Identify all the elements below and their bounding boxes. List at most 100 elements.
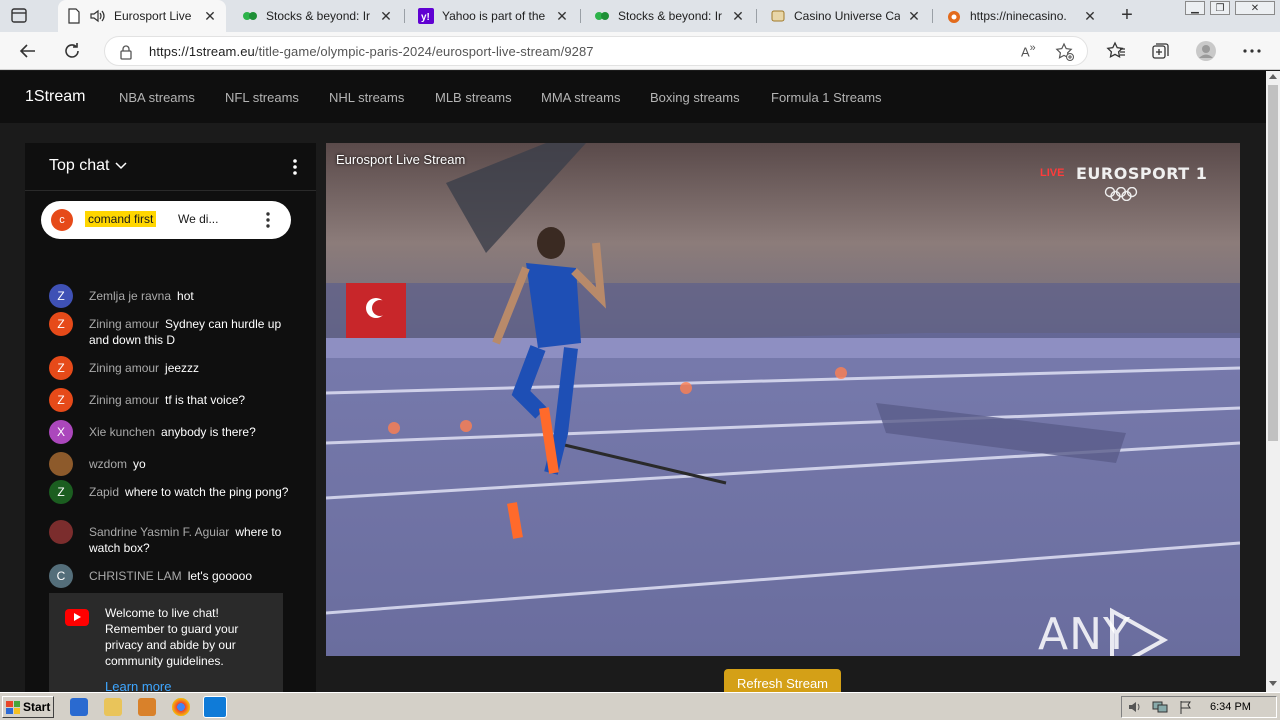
chat-message-content: CHRISTINE LAM let's gooooo — [89, 568, 289, 584]
scrollbar-thumb[interactable] — [1268, 85, 1278, 441]
close-tab-icon[interactable]: ✕ — [202, 8, 218, 24]
chat-message-content: Zining amour jeezzz — [89, 360, 289, 376]
video-frame — [326, 143, 1240, 656]
chat-author: Sandrine Yasmin F. Aguiar — [89, 525, 230, 539]
tab-casino-universe[interactable]: Casino Universe Ca ✕ — [762, 0, 930, 32]
start-label: Start — [23, 700, 51, 714]
site-logo[interactable]: 1Stream — [25, 88, 85, 106]
close-tab-icon[interactable]: ✕ — [378, 8, 394, 24]
tab-actions-icon[interactable] — [8, 6, 30, 26]
welcome-text: Welcome to live chat! Remember to guard … — [105, 606, 239, 668]
nav-nhl-streams[interactable]: NHL streams — [329, 90, 404, 105]
windows-taskbar: Start 6:34 PM — [0, 692, 1280, 720]
close-tab-icon[interactable]: ✕ — [730, 8, 746, 24]
live-chat-panel: Top chat c comand first We di... Z Zemlja… — [25, 143, 316, 692]
chat-more-icon[interactable] — [289, 157, 301, 177]
nav-nfl-streams[interactable]: NFL streams — [225, 90, 299, 105]
close-tab-icon[interactable]: ✕ — [906, 8, 922, 24]
refresh-page-button[interactable] — [60, 39, 84, 63]
clock: 6:34 PM — [1210, 701, 1251, 713]
nav-mlb-streams[interactable]: MLB streams — [435, 90, 512, 105]
chat-author: Zemlja je ravna — [89, 289, 172, 303]
close-tab-icon[interactable]: ✕ — [554, 8, 570, 24]
chat-text: hot — [177, 289, 194, 303]
media-player-icon[interactable] — [138, 698, 156, 716]
chat-text: yo — [133, 457, 146, 471]
video-player[interactable]: Eurosport Live Stream LIVE EUROSPORT 1 A… — [326, 143, 1240, 656]
minimize-button[interactable]: ▁ — [1185, 1, 1205, 15]
flag-icon[interactable] — [1178, 700, 1194, 714]
chat-author: Zining amour — [89, 317, 160, 331]
avatar: c — [51, 209, 73, 231]
pinned-more-icon[interactable] — [263, 210, 273, 230]
close-tab-icon[interactable]: ✕ — [1082, 8, 1098, 24]
page-scrollbar[interactable] — [1266, 71, 1280, 692]
page-content: Top chat c comand first We di... Z Zemlja… — [0, 123, 1266, 693]
system-tray: 6:34 PM — [1121, 696, 1277, 718]
folder-icon[interactable] — [104, 698, 122, 716]
browser-tab-strip: Eurosport Live ✕ Stocks & beyond: Ir ✕ y… — [0, 0, 1280, 32]
pinned-message[interactable]: c comand first We di... — [41, 201, 291, 239]
nav-boxing-streams[interactable]: Boxing streams — [650, 90, 740, 105]
chat-header: Top chat — [25, 143, 316, 191]
tab-separator — [756, 9, 757, 23]
add-favorite-icon[interactable] — [1055, 42, 1075, 62]
network-icon[interactable] — [1152, 700, 1168, 714]
close-window-button[interactable]: ✕ — [1235, 1, 1275, 15]
ie-icon[interactable] — [70, 698, 88, 716]
green-logo-icon — [594, 8, 610, 24]
nav-mma-streams[interactable]: MMA streams — [541, 90, 620, 105]
nav-formula1-streams[interactable]: Formula 1 Streams — [771, 90, 882, 105]
channel-name: EUROSPORT 1 — [1076, 164, 1208, 183]
chat-mode-dropdown[interactable]: Top chat — [49, 157, 128, 175]
chat-message-content: Zining amour Sydney can hurdle up and dow… — [89, 316, 289, 348]
tab-stocks-2[interactable]: Stocks & beyond: Ir ✕ — [586, 0, 754, 32]
scroll-up-icon[interactable] — [1269, 74, 1277, 79]
tab-eurosport-live[interactable]: Eurosport Live ✕ — [58, 0, 226, 32]
chat-author: Xie kunchen — [89, 425, 156, 439]
chat-title: Top chat — [49, 157, 110, 174]
chat-message-content: Zapid where to watch the ping pong? — [89, 484, 289, 500]
url-text[interactable]: https://1stream.eu/title-game/olympic-pa… — [149, 44, 594, 59]
volume-icon[interactable] — [1128, 700, 1144, 714]
address-bar[interactable]: https://1stream.eu/title-game/olympic-pa… — [104, 36, 1088, 66]
tab-stocks-1[interactable]: Stocks & beyond: Ir ✕ — [234, 0, 402, 32]
collections-icon[interactable] — [1148, 39, 1172, 63]
tab-title: Stocks & beyond: Ir — [618, 9, 723, 23]
chat-author: wzdom — [89, 457, 128, 471]
new-tab-button[interactable]: + — [1116, 5, 1138, 27]
youtube-icon — [65, 609, 89, 626]
refresh-stream-button[interactable]: Refresh Stream — [724, 669, 841, 693]
start-button[interactable]: Start — [2, 696, 54, 718]
speaker-icon[interactable] — [90, 8, 106, 24]
yahoo-icon: y! — [418, 8, 434, 24]
avatar: C — [49, 564, 73, 588]
tab-ninecasino[interactable]: https://ninecasino. ✕ — [938, 0, 1106, 32]
settings-more-icon[interactable] — [1240, 39, 1264, 63]
anyrun-watermark: ANY RUN — [1038, 609, 1131, 656]
tab-separator — [404, 9, 405, 23]
edge-icon[interactable] — [203, 696, 227, 718]
tab-separator — [932, 9, 933, 23]
chrome-icon[interactable] — [172, 698, 190, 716]
avatar: Z — [49, 284, 73, 308]
chat-author: Zining amour — [89, 393, 160, 407]
chat-divider — [316, 143, 317, 692]
favorites-icon[interactable] — [1104, 39, 1128, 63]
nav-nba-streams[interactable]: NBA streams — [119, 90, 195, 105]
chat-text: anybody is there? — [161, 425, 256, 439]
lock-icon[interactable] — [119, 44, 133, 65]
tab-yahoo[interactable]: y! Yahoo is part of the ✕ — [410, 0, 578, 32]
avatar: Z — [49, 312, 73, 336]
stream-title: Eurosport Live Stream — [336, 152, 466, 167]
learn-more-link[interactable]: Learn more — [105, 679, 171, 692]
read-aloud-icon[interactable]: A» — [1021, 42, 1041, 62]
green-logo-icon — [242, 8, 258, 24]
restore-button[interactable]: ❐ — [1210, 1, 1230, 15]
back-button[interactable] — [16, 39, 40, 63]
scroll-down-icon[interactable] — [1269, 681, 1277, 686]
chat-message-content: Xie kunchen anybody is there? — [89, 424, 289, 440]
chat-message-content: Zining amour tf is that voice? — [89, 392, 289, 408]
windows-logo-icon — [6, 700, 20, 714]
profile-avatar[interactable] — [1194, 39, 1218, 63]
